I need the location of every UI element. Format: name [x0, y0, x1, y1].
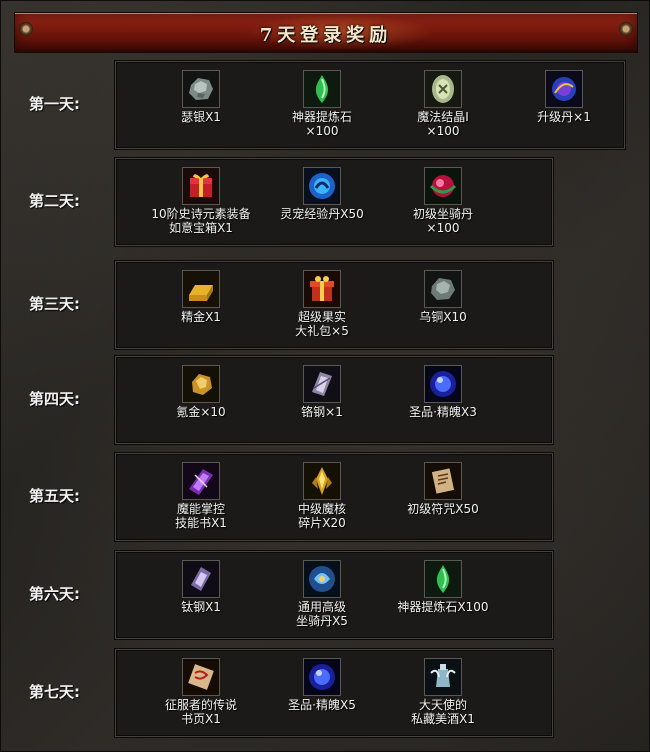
gift-chest-icon: [182, 167, 220, 205]
day-row-2: 第二天: 10阶史诗元素装备 如意宝箱X1 灵宠经验丹X50 初级坐骑丹 ×100: [1, 158, 650, 246]
day-row-7: 第七天: 征服者的传说 书页X1 圣品·精魄X5 大天使的 私藏美酒X1: [1, 649, 650, 737]
reward-item[interactable]: 瑟银X1: [138, 70, 264, 146]
magic-core-shard-icon: [303, 462, 341, 500]
reward-panel: 瑟银X1 神器提炼石 ×100 魔法结晶Ⅰ ×100 升级丹×1: [115, 61, 625, 149]
reward-item[interactable]: 初级坐骑丹 ×100: [380, 167, 506, 243]
reward-item[interactable]: 氪金×10: [138, 365, 264, 441]
titanium-steel-icon: [182, 560, 220, 598]
reward-panel: 10阶史诗元素装备 如意宝箱X1 灵宠经验丹X50 初级坐骑丹 ×100: [115, 158, 553, 246]
day-row-1: 第一天: 瑟银X1 神器提炼石 ×100 魔法结晶Ⅰ ×100 升级丹×1: [1, 61, 650, 149]
reward-item-name: 乌铜X10: [419, 310, 467, 324]
thorium-ore-icon: [182, 70, 220, 108]
chrome-steel-icon: [303, 365, 341, 403]
reward-item-name: 魔法结晶Ⅰ ×100: [417, 110, 469, 138]
reward-item[interactable]: 中级魔核 碎片X20: [259, 462, 385, 538]
reward-panel: 精金X1 超级果实 大礼包×5 乌铜X10: [115, 261, 553, 349]
reward-item[interactable]: 神器提炼石 ×100: [259, 70, 385, 146]
day-row-4: 第四天: 氪金×10 铬钢×1 圣品·精魄X3: [1, 356, 650, 444]
reward-item-name: 神器提炼石 ×100: [291, 110, 352, 138]
green-refining-stone-icon: [303, 70, 341, 108]
reward-item-name: 中级魔核 碎片X20: [297, 502, 346, 530]
reward-item[interactable]: 升级丹×1: [501, 70, 627, 146]
reward-item-name: 初级符咒X50: [407, 502, 479, 516]
reward-item-name: 超级果实 大礼包×5: [295, 310, 349, 338]
reward-item-name: 氪金×10: [176, 405, 226, 419]
reward-item[interactable]: 大天使的 私藏美酒X1: [380, 658, 506, 734]
reward-item-name: 精金X1: [181, 310, 221, 324]
reward-item-name: 圣品·精魄X3: [409, 405, 477, 419]
day-row-5: 第五天: 魔能掌控 技能书X1 中级魔核 碎片X20 初级符咒X50: [1, 453, 650, 541]
gold-bar-icon: [182, 270, 220, 308]
reward-panel: 氪金×10 铬钢×1 圣品·精魄X3: [115, 356, 553, 444]
day-label: 第二天:: [29, 192, 80, 210]
reward-item[interactable]: 10阶史诗元素装备 如意宝箱X1: [138, 167, 264, 243]
reward-item[interactable]: 神器提炼石X100: [380, 560, 506, 636]
day-label: 第五天:: [29, 487, 80, 505]
reward-item-name: 初级坐骑丹 ×100: [412, 207, 473, 235]
mount-pill-icon: [424, 167, 462, 205]
green-refining-stone-icon: [424, 560, 462, 598]
reward-item[interactable]: 铬钢×1: [259, 365, 385, 441]
holy-soul-orb-icon: [424, 365, 462, 403]
pet-exp-orb-icon: [303, 167, 341, 205]
advanced-mount-pill-icon: [303, 560, 341, 598]
reward-item[interactable]: 精金X1: [138, 270, 264, 346]
day-row-3: 第三天: 精金X1 超级果实 大礼包×5 乌铜X10: [1, 261, 650, 349]
reward-panel: 魔能掌控 技能书X1 中级魔核 碎片X20 初级符咒X50: [115, 453, 553, 541]
legend-page-scroll-icon: [182, 658, 220, 696]
level-up-pill-icon: [545, 70, 583, 108]
reward-item-name: 魔能掌控 技能书X1: [175, 502, 227, 530]
reward-panel: 征服者的传说 书页X1 圣品·精魄X5 大天使的 私藏美酒X1: [115, 649, 553, 737]
day-row-6: 第六天: 钛钢X1 通用高级 坐骑丹X5 神器提炼石X100: [1, 551, 650, 639]
reward-item-name: 升级丹×1: [537, 110, 591, 124]
reward-item[interactable]: 灵宠经验丹X50: [259, 167, 385, 243]
banner-title: 7天登录奖励: [259, 25, 393, 46]
reward-item[interactable]: 超级果实 大礼包×5: [259, 270, 385, 346]
reward-item[interactable]: 初级符咒X50: [380, 462, 506, 538]
reward-item-name: 征服者的传说 书页X1: [164, 698, 237, 726]
reward-item-name: 钛钢X1: [181, 600, 221, 614]
krypton-gold-nugget-icon: [182, 365, 220, 403]
login-reward-window: 7天登录奖励 第一天: 瑟银X1 神器提炼石 ×100 魔法结晶Ⅰ ×100 升级丹…: [0, 0, 650, 752]
reward-item-name: 大天使的 私藏美酒X1: [411, 698, 475, 726]
reward-item-name: 通用高级 坐骑丹X5: [296, 600, 348, 628]
gift-box-icon: [303, 270, 341, 308]
reward-item-name: 灵宠经验丹X50: [280, 207, 364, 221]
reward-item-name: 10阶史诗元素装备 如意宝箱X1: [151, 207, 251, 235]
reward-item-name: 铬钢×1: [301, 405, 343, 419]
scroll-charm-icon: [424, 462, 462, 500]
skill-book-icon: [182, 462, 220, 500]
day-label: 第三天:: [29, 295, 80, 313]
reward-item[interactable]: 乌铜X10: [380, 270, 506, 346]
day-label: 第四天:: [29, 390, 80, 408]
reward-item-name: 神器提炼石X100: [397, 600, 489, 614]
archangel-wine-icon: [424, 658, 462, 696]
magic-crystal-icon: [424, 70, 462, 108]
reward-panel: 钛钢X1 通用高级 坐骑丹X5 神器提炼石X100: [115, 551, 553, 639]
title-banner: 7天登录奖励: [15, 13, 637, 52]
reward-item[interactable]: 魔能掌控 技能书X1: [138, 462, 264, 538]
reward-item[interactable]: 魔法结晶Ⅰ ×100: [380, 70, 506, 146]
reward-item[interactable]: 征服者的传说 书页X1: [138, 658, 264, 734]
black-copper-ore-icon: [424, 270, 462, 308]
reward-item-name: 圣品·精魄X5: [288, 698, 356, 712]
day-label: 第六天:: [29, 585, 80, 603]
holy-soul-orb-icon: [303, 658, 341, 696]
day-label: 第一天:: [29, 95, 80, 113]
reward-item[interactable]: 通用高级 坐骑丹X5: [259, 560, 385, 636]
day-label: 第七天:: [29, 683, 80, 701]
reward-item[interactable]: 钛钢X1: [138, 560, 264, 636]
reward-item[interactable]: 圣品·精魄X3: [380, 365, 506, 441]
reward-item[interactable]: 圣品·精魄X5: [259, 658, 385, 734]
reward-item-name: 瑟银X1: [181, 110, 221, 124]
